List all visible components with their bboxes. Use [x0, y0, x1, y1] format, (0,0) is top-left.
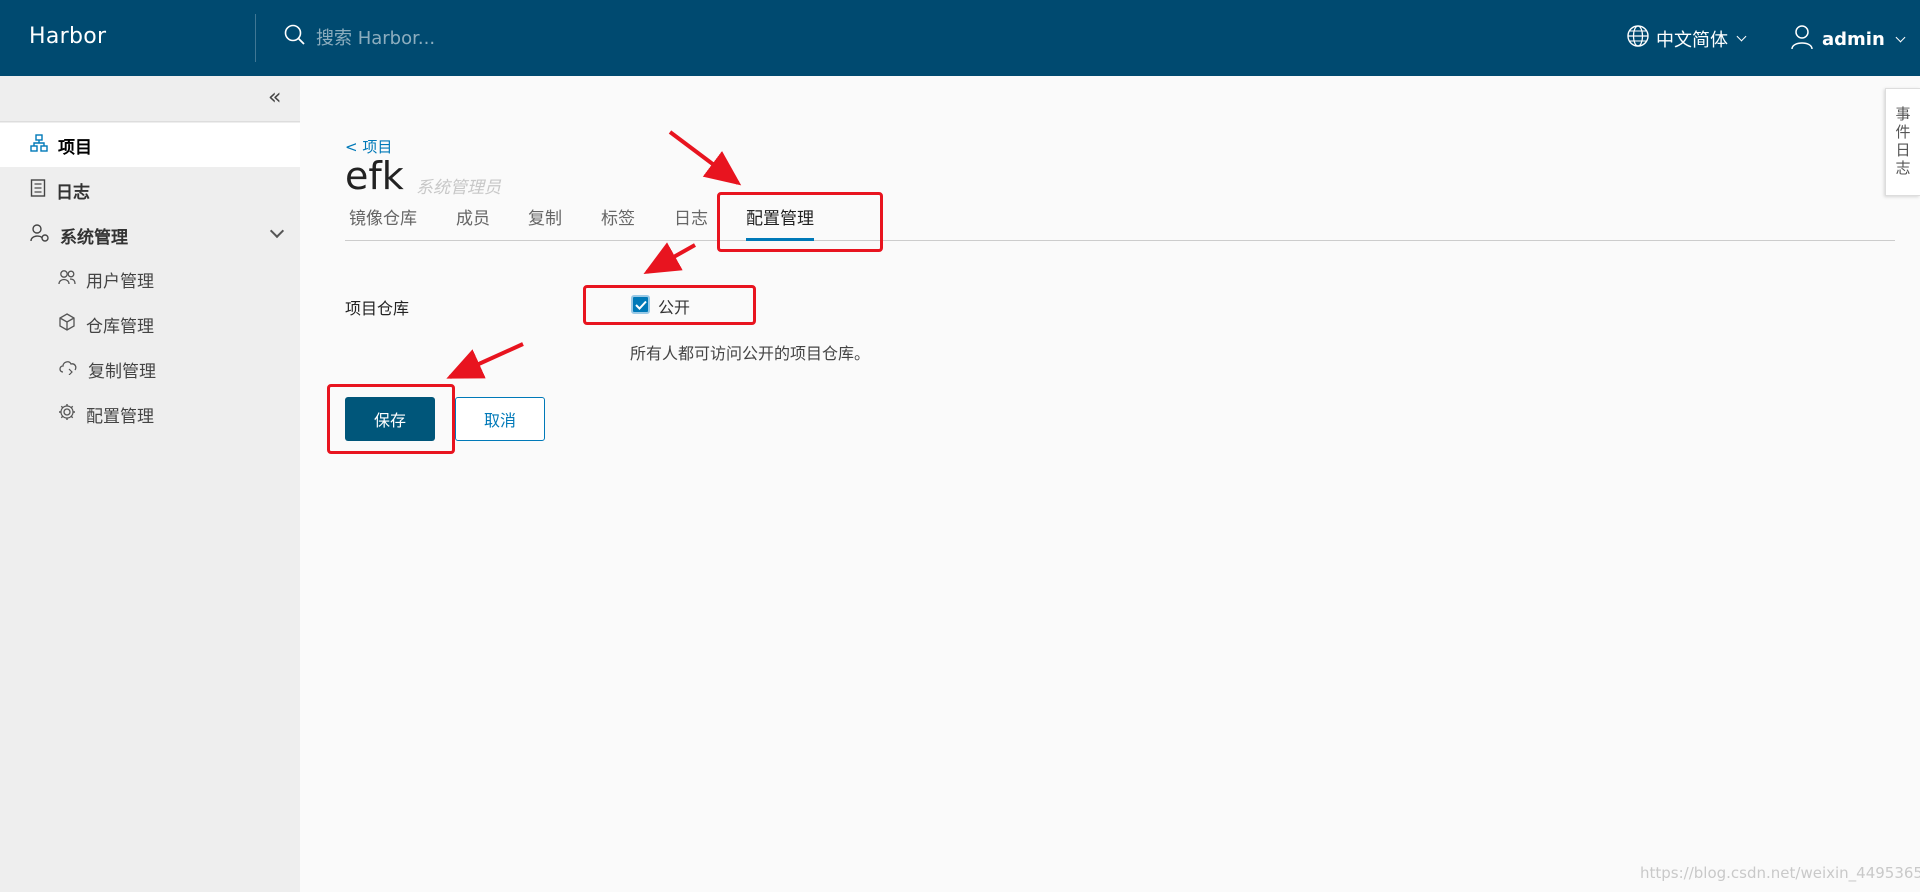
collapse-sidebar-icon[interactable]: «: [268, 87, 281, 109]
sidebar-item-label: 配置管理: [86, 406, 154, 427]
main-content: < 项目 efk 系统管理员 镜像仓库 成员 复制 标签 日志 配置管理 项目仓…: [300, 76, 1920, 892]
annotation-highlight-save: [327, 384, 455, 454]
public-hint-text: 所有人都可访问公开的项目仓库。: [630, 344, 871, 363]
admin-icon: [30, 223, 50, 247]
sidebar-item-user-management[interactable]: 用户管理: [0, 259, 300, 299]
event-log-label: 事件日志: [1893, 106, 1912, 178]
sidebar-item-label: 日志: [56, 182, 90, 203]
watermark: https://blog.csdn.net/weixin_44953658: [1640, 864, 1920, 882]
log-icon: [30, 178, 46, 202]
globe-icon: [1626, 24, 1650, 53]
brand-logo[interactable]: Harbor: [29, 24, 106, 49]
role-label: 系统管理员: [416, 178, 501, 198]
language-selector[interactable]: 中文简体: [1626, 24, 1747, 53]
username: admin: [1822, 29, 1885, 50]
chevron-down-icon: [1736, 31, 1747, 42]
cloud-icon: [58, 359, 78, 380]
sidebar-item-label: 用户管理: [86, 271, 154, 292]
chevron-down-icon: [1895, 32, 1906, 43]
sidebar-item-label: 项目: [58, 137, 92, 158]
chevron-down-icon: [269, 223, 285, 239]
sidebar-item-logs[interactable]: 日志: [0, 168, 300, 212]
search-input[interactable]: 搜索 Harbor...: [316, 24, 435, 50]
language-label: 中文简体: [1656, 29, 1728, 51]
sidebar: « 项目 日志 系统管理 用户管理 仓库管理 复制管理 配置管理: [0, 76, 300, 892]
annotation-highlight-checkbox: [583, 285, 756, 325]
sidebar-item-label: 系统管理: [60, 227, 128, 248]
top-header: Harbor 搜索 Harbor... 中文简体 admin: [0, 0, 1920, 76]
search-icon: [284, 24, 306, 50]
header-divider: [255, 14, 256, 62]
project-icon: [30, 133, 48, 157]
users-icon: [58, 269, 76, 290]
user-icon: [1790, 24, 1814, 55]
tab-logs[interactable]: 日志: [674, 207, 708, 241]
project-tabs: 镜像仓库 成员 复制 标签 日志 配置管理: [345, 207, 1895, 241]
tab-labels[interactable]: 标签: [601, 207, 635, 241]
page-title: efk: [345, 154, 404, 198]
sidebar-item-replication-management[interactable]: 复制管理: [0, 349, 300, 389]
search-box[interactable]: 搜索 Harbor...: [284, 24, 435, 50]
gear-icon: [58, 403, 76, 426]
sidebar-item-projects[interactable]: 项目: [0, 123, 300, 167]
tab-repositories[interactable]: 镜像仓库: [349, 207, 417, 241]
tab-replication[interactable]: 复制: [528, 207, 562, 241]
project-registry-label: 项目仓库: [345, 299, 410, 318]
tab-members[interactable]: 成员: [456, 207, 490, 241]
cancel-button[interactable]: 取消: [455, 397, 545, 441]
annotation-highlight-config-tab: [717, 192, 883, 252]
sidebar-item-config-management[interactable]: 配置管理: [0, 394, 300, 434]
sidebar-item-label: 仓库管理: [86, 316, 154, 337]
sidebar-item-registry-management[interactable]: 仓库管理: [0, 304, 300, 344]
sidebar-item-label: 复制管理: [88, 361, 156, 382]
sidebar-item-admin[interactable]: 系统管理: [0, 213, 300, 257]
sidebar-divider: [0, 121, 300, 122]
user-menu[interactable]: admin: [1790, 24, 1906, 55]
box-icon: [58, 312, 76, 336]
event-log-tab[interactable]: 事件日志: [1885, 88, 1920, 196]
